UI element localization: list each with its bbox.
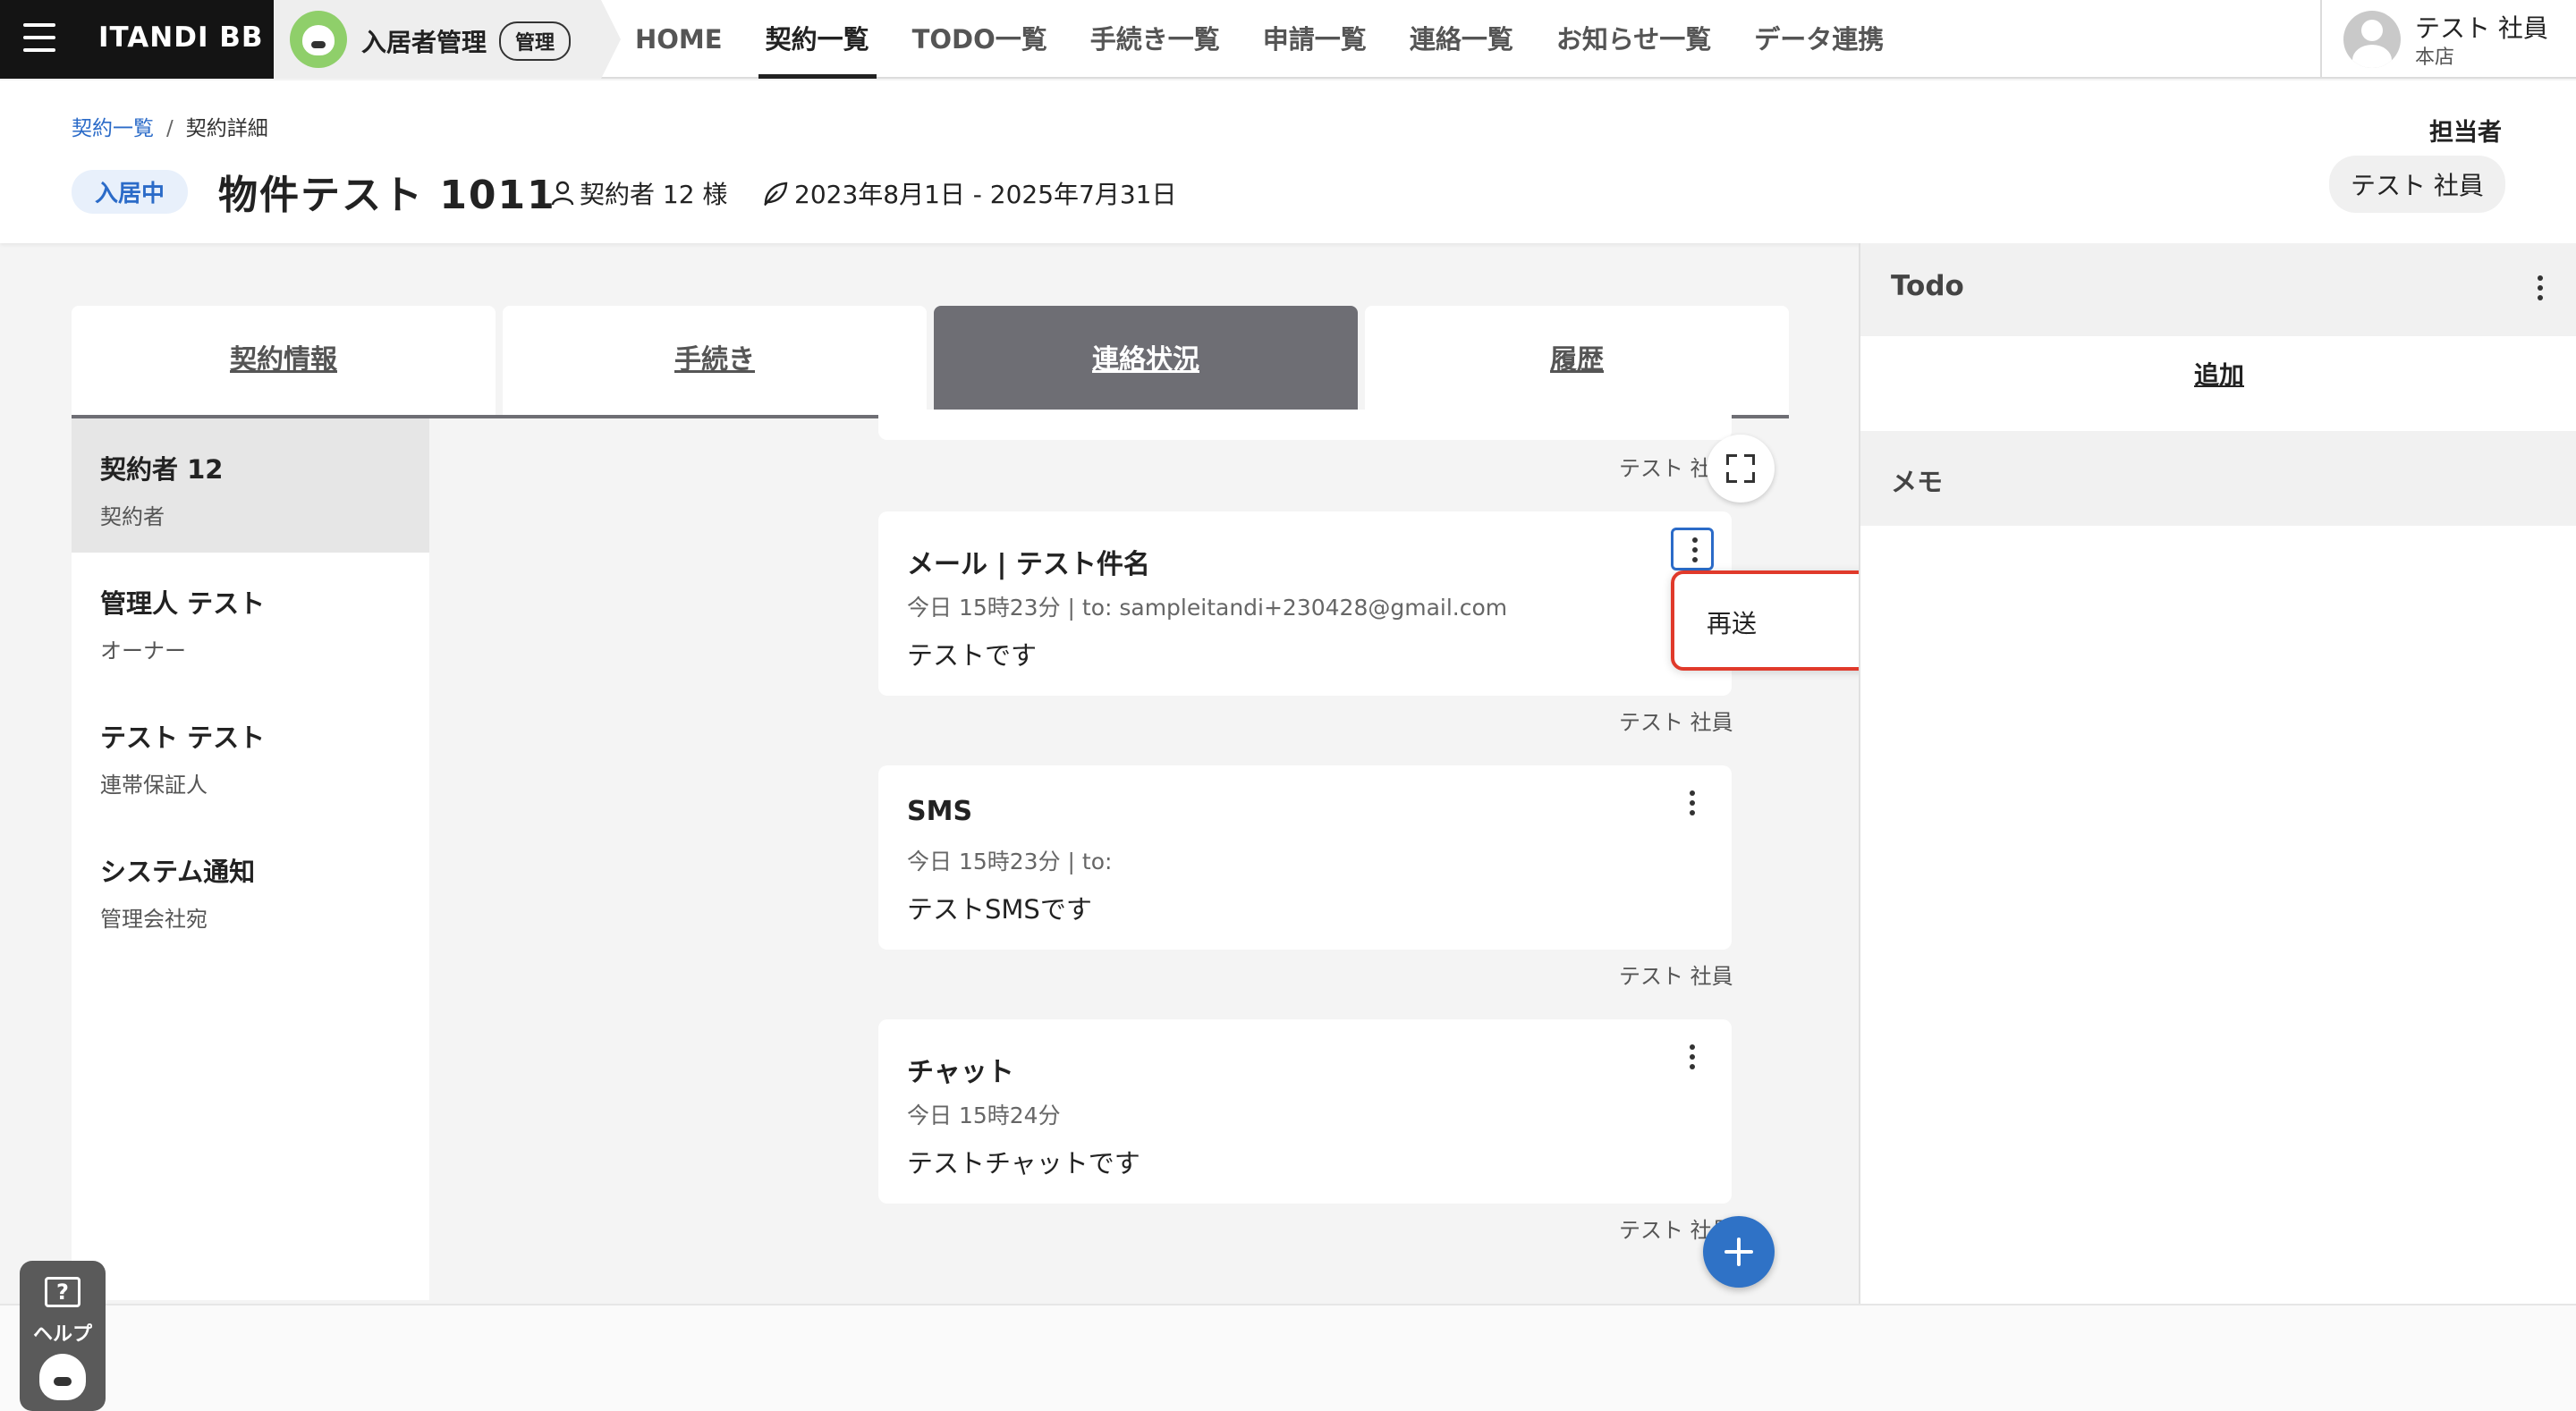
memo-header: メモ	[1860, 431, 2576, 526]
user-store: 本店	[2415, 46, 2455, 69]
app-name: 入居者管理	[361, 28, 487, 57]
bear-logo-icon	[290, 11, 347, 68]
message-body: テストです	[907, 640, 1038, 671]
contact-item[interactable]: システム通知 管理会社宛	[72, 821, 429, 955]
message-card: SMS 今日 15時23分 | to: テストSMSです	[878, 765, 1732, 950]
contact-role: オーナー	[100, 638, 186, 663]
nav-home[interactable]: HOME	[614, 0, 744, 79]
tab-contract-info[interactable]: 契約情報	[72, 306, 496, 415]
more-vertical-icon[interactable]	[2519, 268, 2562, 311]
more-vertical-icon[interactable]	[1671, 783, 1714, 826]
contact-name: システム通知	[100, 857, 256, 887]
breadcrumb-separator: /	[166, 117, 174, 140]
leaf-icon	[764, 182, 788, 206]
assignee-label: 担当者	[2429, 119, 2502, 147]
breadcrumb-current: 契約詳細	[185, 117, 268, 140]
todo-title: Todo	[1891, 270, 1964, 302]
person-icon	[551, 181, 574, 206]
brand-area: ITANDI BB	[0, 0, 274, 79]
message-card: メール | テスト件名 今日 15時23分 | to: sampleitandi…	[878, 511, 1732, 696]
message-title: メール | テスト件名	[907, 549, 1150, 580]
message-title: チャット	[907, 1057, 1014, 1088]
breadcrumb: 契約一覧 / 契約詳細	[72, 111, 268, 141]
nav-contacts[interactable]: 連絡一覧	[1388, 0, 1535, 79]
contact-name: テスト テスト	[100, 722, 266, 753]
user-menu[interactable]: テスト 社員 本店	[2320, 0, 2576, 79]
page-title: 物件テスト 1011	[218, 173, 556, 218]
nav-data-link[interactable]: データ連携	[1733, 0, 1905, 79]
message-meta: 今日 15時23分 | to:	[907, 849, 1113, 874]
memo-title: メモ	[1891, 467, 1944, 497]
help-label: ヘルプ	[32, 1323, 92, 1346]
more-vertical-icon[interactable]	[1671, 528, 1714, 570]
hamburger-icon[interactable]	[23, 23, 55, 52]
status-badge: 入居中	[72, 170, 189, 214]
sender-name: テスト 社員	[1619, 710, 1733, 735]
contact-item[interactable]: テスト テスト 連帯保証人	[72, 687, 429, 821]
avatar-icon	[2343, 11, 2401, 68]
main-nav: HOME 契約一覧 TODO一覧 手続き一覧 申請一覧 連絡一覧 お知らせ一覧 …	[614, 0, 1905, 79]
contact-name: 契約者 12	[100, 454, 224, 485]
contact-name: 管理人 テスト	[100, 588, 266, 619]
help-button[interactable]: ? ヘルプ	[20, 1261, 106, 1411]
tab-contact-status[interactable]: 連絡状況	[934, 306, 1358, 415]
nav-applications[interactable]: 申請一覧	[1241, 0, 1388, 79]
app-switcher[interactable]: 入居者管理 管理	[274, 0, 621, 79]
top-bar: ITANDI BB 入居者管理 管理 HOME 契約一覧 TODO一覧 手続き一…	[0, 0, 2576, 79]
contract-period: 2023年8月1日 - 2025年7月31日	[762, 175, 1177, 211]
resend-menu-item[interactable]: 再送	[1707, 604, 1757, 640]
sender-name: テスト 社員	[1619, 964, 1733, 989]
contact-item[interactable]: 契約者 12 契約者	[72, 418, 429, 553]
nav-notices[interactable]: お知らせ一覧	[1535, 0, 1733, 79]
more-vertical-icon[interactable]	[1671, 1037, 1714, 1080]
message-title: SMS	[907, 796, 973, 827]
contract-tabs: 契約情報 手続き 連絡状況 履歴	[72, 306, 1789, 418]
bear-mascot-icon	[39, 1354, 86, 1400]
message-meta: 今日 15時24分	[907, 1103, 1061, 1128]
nav-todo[interactable]: TODO一覧	[891, 0, 1069, 79]
nav-procedures[interactable]: 手続き一覧	[1069, 0, 1241, 79]
contact-item[interactable]: 管理人 テスト オーナー	[72, 553, 429, 687]
user-name: テスト 社員	[2415, 13, 2548, 43]
nav-contracts[interactable]: 契約一覧	[744, 0, 891, 79]
expand-icon[interactable]	[1707, 435, 1775, 503]
brand-name[interactable]: ITANDI BB	[98, 21, 264, 54]
tab-history[interactable]: 履歴	[1365, 306, 1789, 415]
period-text: 2023年8月1日 - 2025年7月31日	[794, 180, 1177, 209]
contact-role: 連帯保証人	[100, 773, 208, 798]
message-card: チャット 今日 15時24分 テストチャットです	[878, 1019, 1732, 1204]
message-meta: 今日 15時23分 | to: sampleitandi+230428@gmai…	[907, 595, 1508, 621]
todo-add-button[interactable]: 追加	[1860, 356, 2576, 392]
plus-icon[interactable]	[1703, 1216, 1775, 1288]
tab-procedures[interactable]: 手続き	[503, 306, 927, 415]
help-icon: ?	[45, 1277, 80, 1307]
footer-strip	[0, 1304, 2576, 1411]
assignee-chip[interactable]: テスト 社員	[2329, 156, 2505, 213]
contractor-text: 契約者 12 様	[580, 180, 728, 209]
contract-header: 契約一覧 / 契約詳細 入居中 物件テスト 1011 契約者 12 様 2023年8…	[0, 80, 2576, 243]
message-card-partial	[878, 410, 1732, 440]
message-thread: テスト 社員 メール | テスト件名 今日 15時23分 | to: sampl…	[429, 410, 1789, 1300]
message-body: テストSMSです	[907, 894, 1092, 925]
contact-role: 契約者	[100, 504, 165, 529]
todo-header: Todo	[1860, 243, 2576, 336]
contact-role: 管理会社宛	[100, 907, 208, 932]
breadcrumb-contracts-link[interactable]: 契約一覧	[72, 117, 154, 140]
app-badge: 管理	[499, 21, 572, 61]
contractor-info: 契約者 12 様	[551, 175, 727, 211]
message-body: テストチャットです	[907, 1148, 1140, 1179]
right-panel: Todo 追加 メモ	[1859, 243, 2576, 1304]
contact-list: 契約者 12 契約者 管理人 テスト オーナー テスト テスト 連帯保証人 シス…	[72, 418, 429, 1300]
